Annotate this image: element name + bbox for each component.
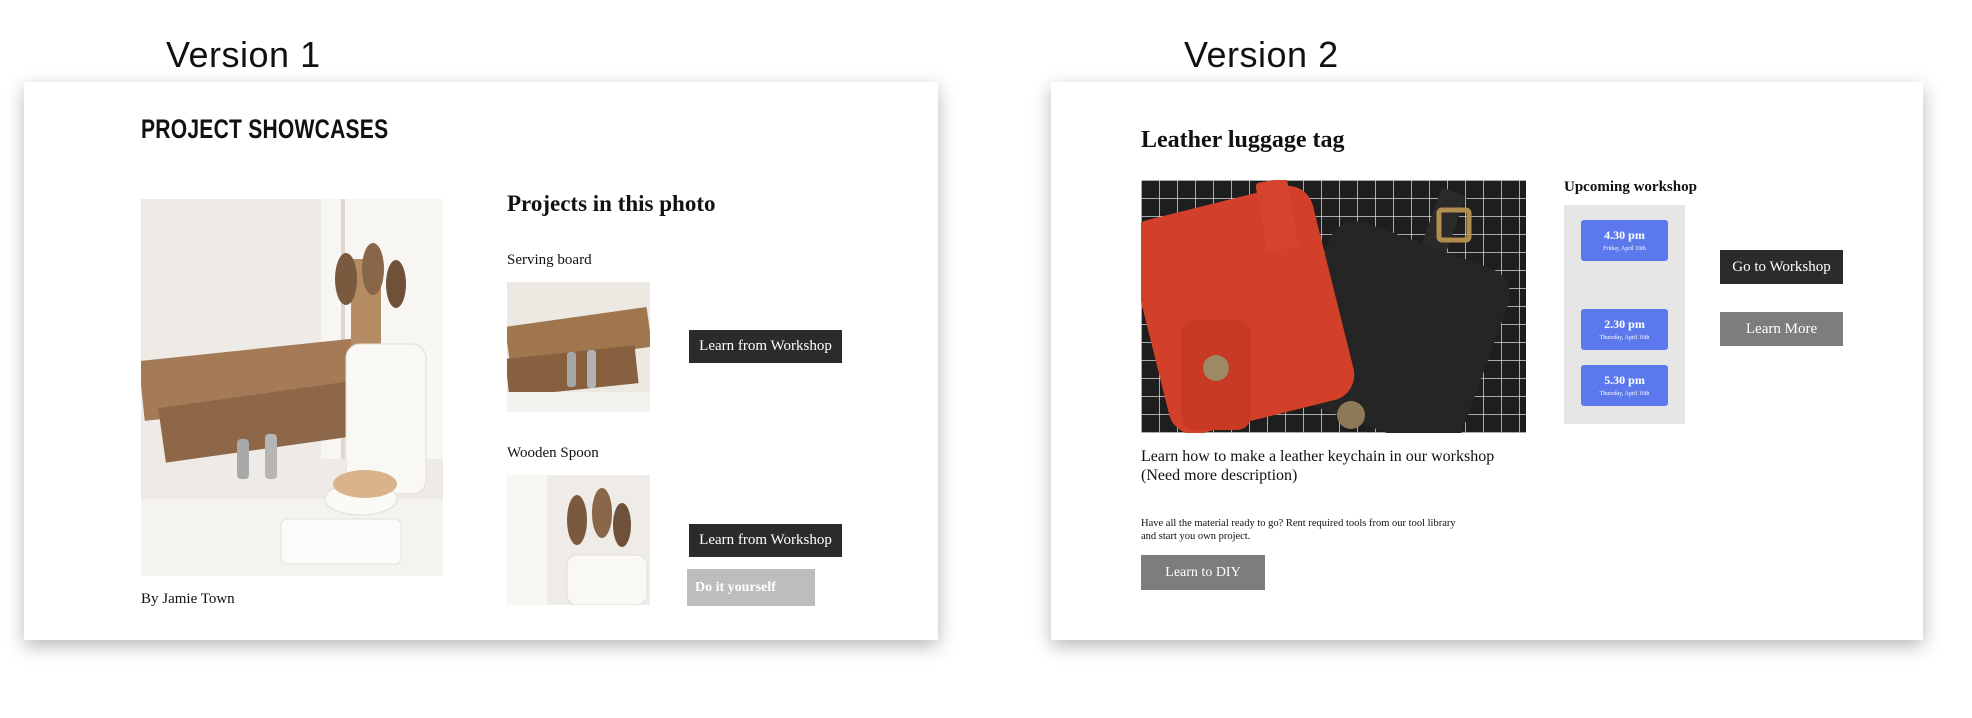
slot-date: Thursday, April 16th bbox=[1599, 334, 1650, 341]
version-1-card: PROJECT SHOWCASES By Jamie Town Projects… bbox=[24, 82, 938, 640]
slot-time: 4.30 pm bbox=[1604, 227, 1645, 242]
version-2-label: Version 2 bbox=[1184, 34, 1339, 75]
project-name-serving-board: Serving board bbox=[507, 252, 592, 268]
diy-text-line-1: Have all the material ready to go? Rent … bbox=[1141, 518, 1456, 529]
workshop-description: Learn how to make a leather keychain in … bbox=[1141, 447, 1494, 485]
description-note: (Need more description) bbox=[1141, 467, 1298, 484]
learn-from-workshop-button-1[interactable]: Learn from Workshop bbox=[689, 330, 842, 363]
slot-date: Friday, April 10th bbox=[1603, 245, 1646, 252]
learn-from-workshop-button-2[interactable]: Learn from Workshop bbox=[689, 524, 842, 557]
wooden-spoon-thumbnail[interactable] bbox=[507, 475, 650, 605]
leather-tag-photo bbox=[1141, 180, 1526, 433]
slot-date: Thursday, April 16th bbox=[1599, 390, 1650, 397]
kitchen-photo bbox=[141, 199, 443, 576]
projects-heading: Projects in this photo bbox=[507, 191, 716, 216]
version-2-card: Leather luggage tag Learn how to make a … bbox=[1051, 82, 1923, 640]
description-text: Learn how to make a leather keychain in … bbox=[1141, 448, 1495, 465]
version-1-label: Version 1 bbox=[166, 34, 321, 75]
diy-description: Have all the material ready to go? Rent … bbox=[1141, 517, 1456, 543]
do-it-yourself-button[interactable]: Do it yourself bbox=[687, 569, 815, 606]
go-to-workshop-button[interactable]: Go to Workshop bbox=[1720, 250, 1843, 284]
workshop-slot-3[interactable]: 5.30 pm Thursday, April 16th bbox=[1581, 365, 1668, 406]
serving-board-thumbnail[interactable] bbox=[507, 282, 650, 412]
byline: By Jamie Town bbox=[141, 591, 235, 607]
diy-text-line-2: and start you own project. bbox=[1141, 531, 1251, 542]
workshop-slot-1[interactable]: 4.30 pm Friday, April 10th bbox=[1581, 220, 1668, 261]
page-title: PROJECT SHOWCASES bbox=[141, 114, 389, 144]
learn-to-diy-button[interactable]: Learn to DIY bbox=[1141, 555, 1265, 590]
slot-time: 2.30 pm bbox=[1604, 316, 1645, 331]
workshop-slot-2[interactable]: 2.30 pm Thursday, April 16th bbox=[1581, 309, 1668, 350]
project-name-wooden-spoon: Wooden Spoon bbox=[507, 445, 599, 461]
slot-time: 5.30 pm bbox=[1604, 372, 1645, 387]
workshop-slot-panel: 4.30 pm Friday, April 10th 2.30 pm Thurs… bbox=[1564, 205, 1685, 424]
learn-more-button[interactable]: Learn More bbox=[1720, 312, 1843, 346]
page-title: Leather luggage tag bbox=[1141, 127, 1345, 153]
upcoming-workshop-heading: Upcoming workshop bbox=[1564, 179, 1697, 195]
